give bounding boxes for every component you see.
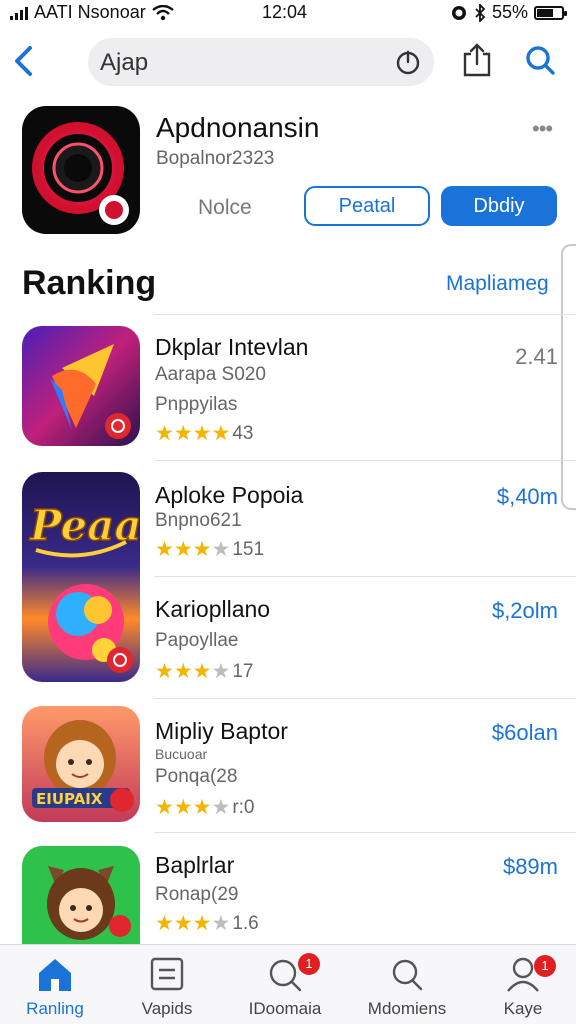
character-game-icon [22, 846, 140, 944]
refresh-icon[interactable] [394, 48, 422, 76]
app-subtitle: Bopalnor2323 [156, 148, 275, 169]
star-rating-icon: ★★★★ [155, 660, 231, 683]
magnifier-icon [392, 959, 423, 991]
rank-app-name[interactable]: Mipliy Baptor [155, 718, 288, 745]
rank-app-name[interactable]: Aploke Popoia [155, 482, 303, 509]
signal-icon [10, 6, 28, 20]
divider [154, 314, 576, 315]
section-title: Ranking [22, 264, 157, 302]
status-time: 12:04 [262, 2, 308, 22]
wifi-icon [151, 4, 174, 20]
rank-app-price[interactable]: $,40m [497, 484, 558, 510]
tab-label: Vapids [141, 999, 193, 1018]
colorful-shape-icon [22, 326, 140, 446]
rating-count: 17 [232, 660, 254, 682]
tab-mentions[interactable]: Mdomiens [352, 955, 462, 1021]
star-rating-icon: ★★★★ [155, 796, 231, 819]
search-icon[interactable] [524, 44, 556, 76]
rank-app-developer: Papoyllae [155, 630, 239, 651]
rank-app-rating: ★★★★ r:0 [155, 795, 255, 820]
rank-app-name[interactable]: Baplrlar [155, 852, 234, 879]
apps-icon [150, 957, 184, 991]
peatal-button[interactable]: Peatal [304, 186, 430, 226]
battery-percent: 55% [491, 2, 528, 22]
alarm-icon [451, 5, 466, 20]
bluetooth-icon [475, 3, 486, 22]
tab-label: IDoomaia [248, 999, 322, 1018]
rating-count: 151 [232, 538, 265, 560]
share-icon[interactable] [462, 42, 492, 78]
rating-count: r:0 [232, 796, 255, 818]
svg-text:EIUPAIX: EIUPAIX [36, 790, 103, 808]
rank-app-price[interactable]: $6olan [492, 720, 558, 746]
notification-badge: 1 [298, 953, 320, 975]
rank-app-rating: ★★★★ 17 [155, 659, 253, 684]
star-rating-icon: ★★★★ [155, 422, 231, 445]
rank-app-icon[interactable] [22, 326, 140, 446]
status-left: AATI Nsonoar [10, 2, 174, 23]
rank-app-category: Pnppyilas [155, 394, 238, 415]
navigation-bar: Ajap [0, 34, 576, 90]
tab-label: Mdomiens [367, 999, 447, 1018]
tab-bar: Ranling Vapids 1 IDoomaia Mdomiens 1 Kay… [0, 944, 576, 1024]
back-chevron-icon[interactable] [10, 44, 36, 78]
tab-label: Kaye [503, 999, 543, 1018]
camera-logo-icon [32, 122, 129, 225]
rank-app-icon[interactable]: Peaa [22, 472, 140, 682]
notice-label: Nolce [198, 196, 252, 219]
rating-count: 1.6 [232, 912, 259, 934]
star-rating-icon: ★★★★ [155, 538, 231, 561]
rank-app-category: Ponqa(28 [155, 766, 238, 787]
rank-app-name[interactable]: Kariopllano [155, 596, 270, 623]
battery-icon [534, 5, 567, 20]
status-right: 55% [450, 2, 567, 23]
rank-app-rating: ★★★★ 151 [155, 537, 264, 562]
divider [154, 698, 576, 699]
app-header: Apdnonansin Bopalnor2323 ••• Nolce Peata… [0, 104, 576, 238]
app-icon[interactable] [22, 106, 140, 234]
rank-app-price[interactable]: $89m [503, 854, 558, 880]
rank-app-name[interactable]: Dkplar Intevlan [155, 334, 308, 361]
rank-app-developer: Bucuoar [155, 746, 208, 762]
search-bar[interactable]: Ajap [88, 38, 434, 86]
carrier-label: AATI Nsonoar [34, 2, 146, 22]
search-input[interactable]: Ajap [100, 49, 148, 77]
tab-ranking[interactable]: Ranling [0, 955, 110, 1021]
tab-label: Ranling [26, 999, 84, 1018]
rank-app-icon[interactable] [22, 846, 140, 944]
rank-app-rating: ★★★★ 1.6 [155, 911, 259, 936]
rank-app-price[interactable]: 2.41 [515, 344, 558, 370]
divider [154, 832, 576, 833]
rank-app-developer: Ronap(29 [155, 884, 239, 905]
notification-badge: 1 [534, 955, 556, 977]
status-bar: AATI Nsonoar 12:04 55% [0, 0, 576, 26]
divider [154, 460, 576, 461]
home-icon [39, 959, 71, 991]
tab-apps[interactable]: Vapids [112, 955, 222, 1021]
tab-domains[interactable]: 1 IDoomaia [230, 953, 340, 1021]
rank-app-rating: ★★★★ 43 [155, 421, 253, 446]
rank-app-developer: Bnpno621 [155, 510, 242, 531]
peaa-game-icon: Peaa [22, 472, 140, 682]
get-button[interactable]: Dbdiy [441, 186, 557, 226]
tab-profile[interactable]: 1 Kaye [468, 955, 576, 1021]
rank-app-price[interactable]: $,2olm [492, 598, 558, 624]
rank-app-developer: Aarapa S020 [155, 364, 266, 385]
side-scroll-handle[interactable] [561, 244, 576, 510]
character-game-icon: EIUPAIX [22, 706, 140, 822]
see-all-link[interactable]: Mapliameg [446, 272, 549, 296]
app-title: Apdnonansin [156, 112, 320, 143]
more-options-icon[interactable]: ••• [532, 116, 553, 142]
star-rating-icon: ★★★★ [155, 912, 231, 935]
rating-count: 43 [232, 422, 254, 444]
rank-app-icon[interactable]: EIUPAIX [22, 706, 140, 822]
divider [154, 576, 576, 577]
